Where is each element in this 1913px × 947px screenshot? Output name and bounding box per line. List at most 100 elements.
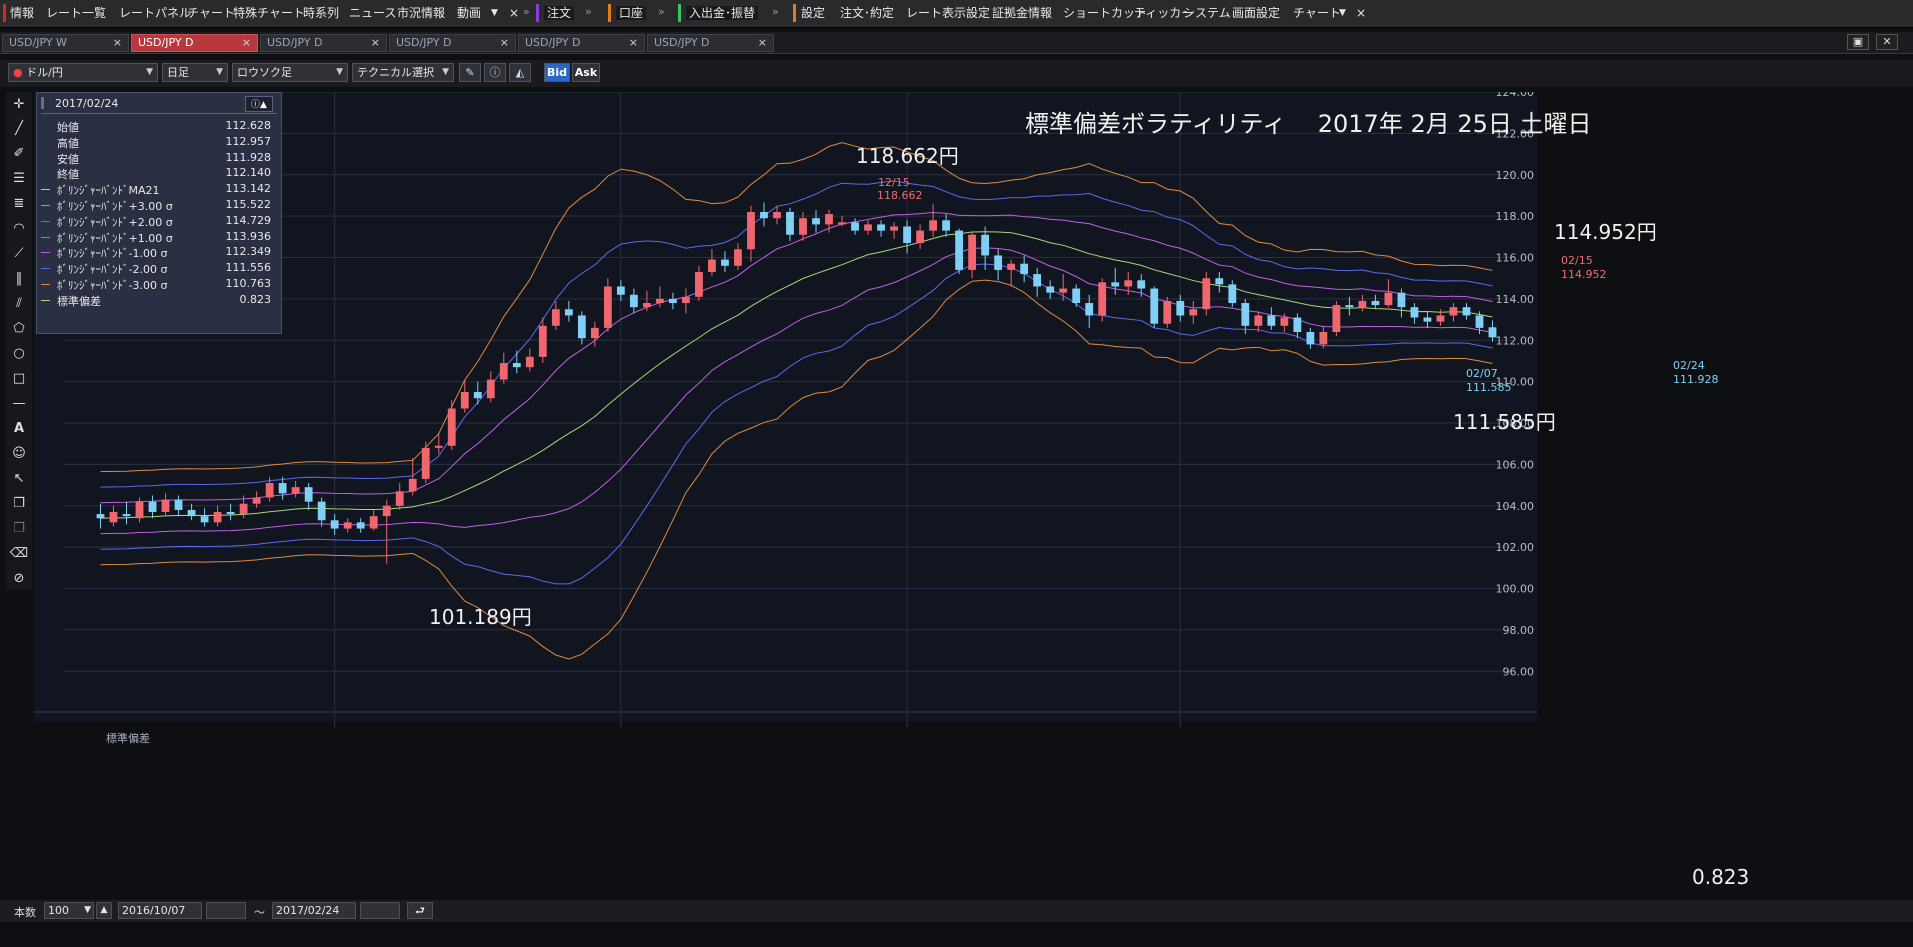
- menu-item-screen-settings[interactable]: 画面設定: [1232, 6, 1280, 20]
- line-icon[interactable]: —: [8, 393, 30, 415]
- menu-item-chart[interactable]: チャート: [187, 6, 235, 20]
- fibonacci-icon[interactable]: ≣: [8, 193, 30, 215]
- menu-item-chart-settings[interactable]: チャート: [1293, 6, 1341, 20]
- erase-all-icon[interactable]: ⊘: [8, 568, 30, 590]
- annotation-high-1-value: 118.662: [877, 189, 923, 202]
- window-close-icon[interactable]: ✕: [1876, 34, 1898, 50]
- candle-body: [200, 516, 209, 523]
- candle-body: [955, 230, 964, 270]
- menu-close-icon[interactable]: ×: [509, 6, 519, 20]
- close-icon[interactable]: ×: [113, 35, 122, 51]
- currency-pair-select[interactable]: ● ドル/円 ▼: [8, 63, 158, 82]
- trendline-icon[interactable]: ╱: [8, 118, 30, 140]
- menu-more-arrow-icon[interactable]: ▼: [491, 6, 498, 20]
- menu-item-order[interactable]: 注文: [544, 6, 575, 20]
- tab-usdjpy-w[interactable]: USD/JPY W ×: [2, 34, 129, 52]
- tab-usdjpy-d-6[interactable]: USD/JPY D ×: [647, 34, 774, 52]
- count-select[interactable]: 100 ▼: [44, 902, 94, 919]
- menu-item-video[interactable]: 動画: [457, 6, 481, 20]
- maximize-icon[interactable]: ▣: [1847, 34, 1869, 50]
- menu-grip-icon-2: »: [585, 5, 592, 18]
- apply-range-icon[interactable]: ⮐: [407, 902, 433, 919]
- panel-handle-icon[interactable]: [41, 97, 44, 109]
- time-to-field[interactable]: [360, 902, 400, 919]
- cursor-icon[interactable]: ↖: [8, 468, 30, 490]
- menu-item-rate-display[interactable]: レート表示設定: [906, 6, 990, 20]
- candle-body: [1228, 284, 1237, 304]
- candle-body: [721, 259, 729, 266]
- horizontal-lines-icon[interactable]: ☰: [8, 168, 30, 190]
- time-from-field[interactable]: [206, 902, 246, 919]
- info-row-label: ﾎﾞﾘﾝｼﾞｬｰﾊﾞﾝﾄﾞMA21: [57, 184, 160, 198]
- date-to-field[interactable]: 2017/02/24: [272, 902, 356, 919]
- ruler-icon[interactable]: ✐: [8, 143, 30, 165]
- candle-body: [369, 516, 378, 529]
- info-row-value: 115.522: [225, 198, 272, 211]
- info-row-label: ﾎﾞﾘﾝｼﾞｬｰﾊﾞﾝﾄﾞ-2.00 σ: [57, 263, 168, 277]
- menu-item-order-exec[interactable]: 注文･約定: [840, 6, 894, 20]
- technical-select[interactable]: テクニカル選択 ▼: [352, 63, 454, 82]
- close-icon[interactable]: ×: [758, 35, 767, 51]
- pentagon-icon[interactable]: ⬠: [8, 318, 30, 340]
- menu-item-special-chart[interactable]: 特殊チャート: [233, 6, 305, 20]
- candle-body: [812, 218, 820, 225]
- candle-body: [877, 224, 885, 231]
- vertical-lines-icon[interactable]: ‖: [8, 268, 30, 290]
- menu-item-settings[interactable]: 設定: [801, 6, 825, 20]
- pen-icon[interactable]: ✎: [459, 63, 481, 82]
- close-icon[interactable]: ×: [242, 35, 251, 51]
- info-collapse-icon[interactable]: ⓘ▲: [245, 96, 273, 112]
- range-tilde: ～: [254, 906, 265, 919]
- info-icon[interactable]: ⓘ: [484, 63, 506, 82]
- tab-usdjpy-d-active[interactable]: USD/JPY D ×: [131, 34, 258, 52]
- paste-icon[interactable]: ❐: [8, 518, 30, 540]
- menu-item-rate-list[interactable]: レート一覧: [46, 6, 106, 20]
- chart-type-select[interactable]: ロウソク足 ▼: [232, 63, 348, 82]
- menu-item-deposit[interactable]: 入出金･振替: [686, 6, 759, 20]
- candle-body: [1306, 332, 1315, 345]
- info-row-label: ﾎﾞﾘﾝｼﾞｬｰﾊﾞﾝﾄﾞ+1.00 σ: [57, 231, 173, 245]
- circle-icon[interactable]: ○: [8, 343, 30, 365]
- rectangle-icon[interactable]: □: [8, 368, 30, 390]
- count-up-icon[interactable]: ▲: [96, 902, 112, 919]
- close-icon[interactable]: ×: [371, 35, 380, 51]
- close-icon[interactable]: ×: [629, 35, 638, 51]
- tab-usdjpy-d-5[interactable]: USD/JPY D ×: [518, 34, 645, 52]
- info-row-value: 112.957: [225, 134, 272, 148]
- menu-item-margin[interactable]: 証拠金情報: [992, 6, 1052, 20]
- candle-body: [616, 286, 625, 295]
- area-chart-icon[interactable]: ◭: [509, 63, 531, 82]
- ask-button[interactable]: Ask: [572, 63, 600, 82]
- crosshair-icon[interactable]: ✛: [8, 94, 30, 116]
- chart-title: 標準偏差ボラティリティ 2017年 2月 25日 土曜日: [1025, 110, 1592, 138]
- ohlc-info-panel: 2017/02/24 ⓘ▲ 始値 112.628 高値 112.957 安値 111.92…: [36, 92, 282, 334]
- channel-icon[interactable]: ⫽: [8, 293, 30, 315]
- menu-item-rate-panel[interactable]: レートパネル: [119, 6, 191, 20]
- menu-item-info[interactable]: 情報: [10, 6, 34, 20]
- price-tick-label: 98.00: [1503, 624, 1535, 637]
- arc-icon[interactable]: ◠: [8, 218, 30, 240]
- menu-item-time-series[interactable]: 時系列: [303, 6, 339, 20]
- menu-item-news[interactable]: ニュース: [349, 6, 396, 20]
- close-icon[interactable]: ×: [500, 35, 509, 51]
- candle-body: [656, 298, 664, 304]
- fan-icon[interactable]: ⟋: [8, 243, 30, 265]
- menu-more-arrow-icon-2[interactable]: ▼: [1339, 6, 1346, 20]
- tab-usdjpy-d-3[interactable]: USD/JPY D ×: [260, 34, 387, 52]
- eraser-icon[interactable]: ⌫: [8, 543, 30, 565]
- menu-item-system[interactable]: システム: [1183, 6, 1231, 20]
- menu-item-market-info[interactable]: 市況情報: [397, 6, 445, 20]
- menu-item-account[interactable]: 口座: [616, 6, 647, 20]
- date-from-field[interactable]: 2016/10/07: [118, 902, 202, 919]
- candle-body: [122, 514, 131, 517]
- bid-button[interactable]: Bid: [544, 63, 570, 82]
- tab-usdjpy-d-4[interactable]: USD/JPY D ×: [389, 34, 516, 52]
- period-select[interactable]: 日足 ▼: [162, 63, 228, 82]
- text-icon[interactable]: A: [8, 418, 30, 440]
- copy-icon[interactable]: ❐: [8, 493, 30, 515]
- candle-body: [968, 234, 977, 270]
- candle-body: [747, 212, 755, 250]
- smiley-icon[interactable]: ☺: [8, 443, 30, 465]
- price-tick-label: 120.00: [1496, 169, 1535, 182]
- menu-close-icon-2[interactable]: ×: [1356, 6, 1366, 20]
